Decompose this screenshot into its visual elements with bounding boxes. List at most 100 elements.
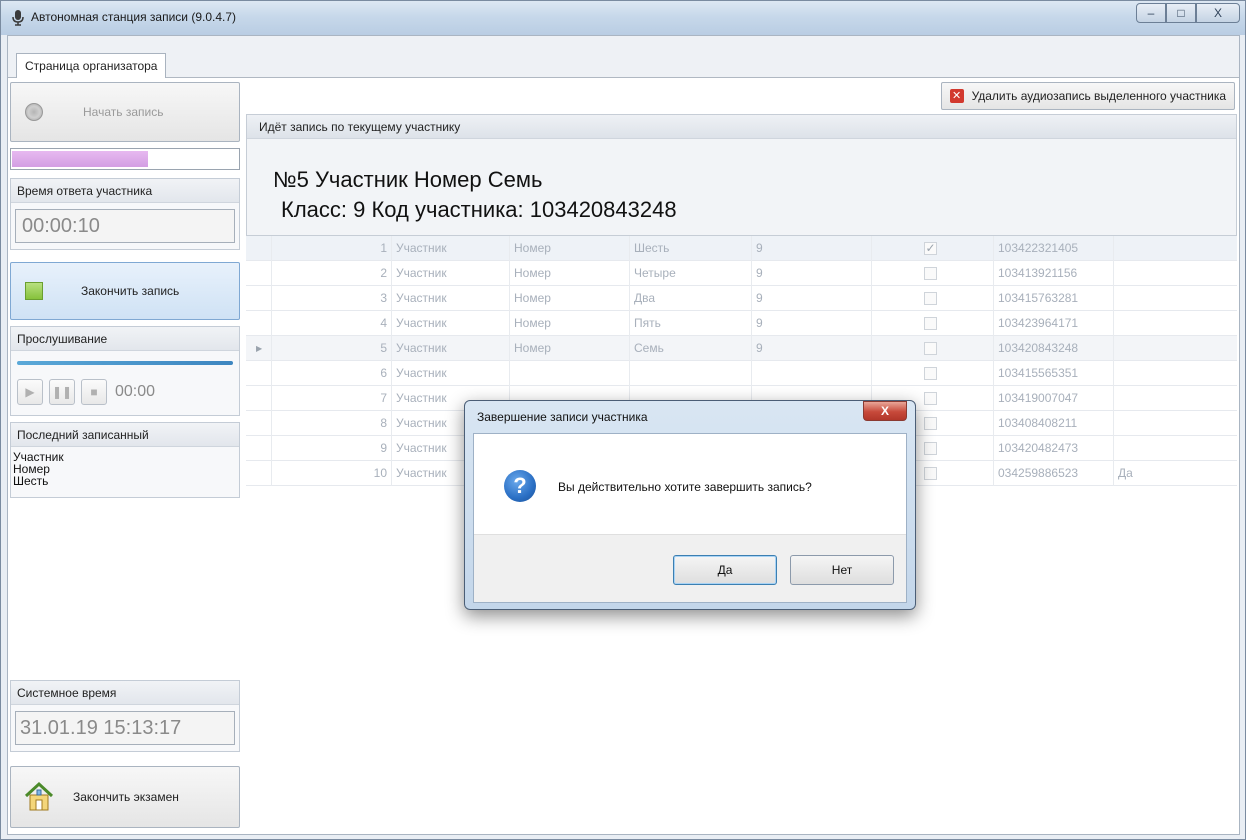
table-cell: 103413921156	[994, 261, 1114, 286]
table-cell	[1114, 386, 1237, 411]
play-icon: ▶	[25, 385, 35, 399]
pause-icon: ❚❚	[51, 385, 73, 399]
row-checkbox[interactable]	[924, 317, 937, 330]
row-header	[246, 386, 272, 411]
record-disc-icon	[25, 103, 43, 121]
row-checkbox[interactable]	[924, 442, 937, 455]
house-icon	[24, 781, 54, 811]
table-cell: 103422321405	[994, 236, 1114, 261]
row-checkbox[interactable]	[924, 367, 937, 380]
minimize-button[interactable]: –	[1136, 3, 1166, 23]
system-time-value: 31.01.19 15:13:17	[15, 711, 235, 745]
delete-x-icon: ✕	[949, 89, 964, 103]
listen-position-slider[interactable]	[17, 361, 233, 365]
app-window: Автономная станция записи (9.0.4.7) – □ …	[0, 0, 1246, 840]
system-time-group: Системное время 31.01.19 15:13:17	[10, 680, 240, 752]
table-cell: 10	[272, 461, 392, 486]
current-participant-header: Идёт запись по текущему участнику	[247, 115, 1236, 139]
play-button[interactable]: ▶	[17, 379, 43, 405]
pause-button[interactable]: ❚❚	[49, 379, 75, 405]
row-checkbox[interactable]	[924, 292, 937, 305]
table-cell	[630, 361, 752, 386]
record-progress-fill	[12, 151, 148, 167]
table-cell	[1114, 436, 1237, 461]
table-cell: Участник	[392, 261, 510, 286]
row-checkbox[interactable]	[924, 417, 937, 430]
table-cell-checkbox: ✓	[872, 236, 994, 261]
maximize-button[interactable]: □	[1166, 3, 1196, 23]
row-checkbox[interactable]: ✓	[924, 242, 937, 255]
table-cell: Номер	[510, 286, 630, 311]
stop-square-icon	[25, 282, 43, 300]
table-cell: 9	[752, 261, 872, 286]
stop-record-button[interactable]: Закончить запись	[10, 262, 240, 320]
table-cell: 4	[272, 311, 392, 336]
question-icon: ?	[504, 470, 536, 502]
tab-organizer-page[interactable]: Страница организатора	[16, 53, 167, 78]
table-cell	[1114, 411, 1237, 436]
table-cell: Участник	[392, 361, 510, 386]
tab-strip: Страница организатора	[8, 36, 1239, 78]
current-participant-panel: Идёт запись по текущему участнику №5 Уча…	[246, 114, 1237, 236]
client-area: Страница организатора Начать запись Врем…	[7, 35, 1240, 835]
table-cell: 2	[272, 261, 392, 286]
table-cell: 9	[752, 286, 872, 311]
end-exam-button[interactable]: Закончить экзамен	[10, 766, 240, 828]
table-cell: Участник	[392, 336, 510, 361]
table-cell: 103420843248	[994, 336, 1114, 361]
table-cell	[752, 361, 872, 386]
table-row[interactable]: 2 Участник Номер Четыре 9 103413921156	[246, 261, 1237, 286]
listen-label: Прослушивание	[11, 327, 239, 351]
table-cell-checkbox	[872, 261, 994, 286]
delete-recording-button[interactable]: ✕ Удалить аудиозапись выделенного участн…	[940, 82, 1235, 110]
table-cell: 9	[272, 436, 392, 461]
table-cell: 1	[272, 236, 392, 261]
system-time-label: Системное время	[11, 681, 239, 705]
table-cell	[1114, 236, 1237, 261]
table-cell: 034259886523	[994, 461, 1114, 486]
row-header	[246, 436, 272, 461]
table-cell: 9	[752, 336, 872, 361]
row-checkbox[interactable]	[924, 467, 937, 480]
table-cell: Да	[1118, 466, 1133, 480]
no-button[interactable]: Нет	[790, 555, 894, 585]
row-header	[246, 236, 272, 261]
dialog-message: Вы действительно хотите завершить запись…	[558, 480, 812, 494]
stop-icon: ■	[90, 385, 98, 399]
dialog-close-button[interactable]: X	[863, 401, 907, 421]
row-checkbox[interactable]	[924, 392, 937, 405]
table-row[interactable]: ▶ 5 Участник Номер Семь 9 103420843248	[246, 336, 1237, 361]
record-progress-bar	[10, 148, 240, 170]
dialog-title: Завершение записи участника	[477, 410, 648, 424]
table-cell: 103415763281	[994, 286, 1114, 311]
microphone-icon	[12, 10, 24, 26]
table-cell: Участник	[392, 311, 510, 336]
table-cell: 103408408211	[994, 411, 1114, 436]
table-row[interactable]: 3 Участник Номер Два 9 103415763281	[246, 286, 1237, 311]
table-cell: 8	[272, 411, 392, 436]
table-cell: 3	[272, 286, 392, 311]
table-cell: Номер	[510, 311, 630, 336]
stop-playback-button[interactable]: ■	[81, 379, 107, 405]
row-header	[246, 311, 272, 336]
table-row[interactable]: 6 Участник 103415565351	[246, 361, 1237, 386]
yes-button[interactable]: Да	[673, 555, 777, 585]
answer-time-group: Время ответа участника 00:00:10	[10, 178, 240, 250]
window-title: Автономная станция записи (9.0.4.7)	[31, 10, 237, 24]
row-checkbox[interactable]	[924, 267, 937, 280]
current-participant-class: Класс: 9 Код участника: 103420843248	[281, 197, 677, 222]
row-checkbox[interactable]	[924, 342, 937, 355]
end-exam-label: Закончить экзамен	[73, 790, 179, 804]
row-header: ▶	[246, 336, 272, 361]
table-cell	[1114, 261, 1237, 286]
table-cell: Участник	[392, 286, 510, 311]
left-panel: Начать запись Время ответа участника 00:…	[10, 82, 240, 832]
table-row[interactable]: 4 Участник Номер Пять 9 103423964171	[246, 311, 1237, 336]
close-button[interactable]: X	[1196, 3, 1240, 23]
table-cell-checkbox	[872, 311, 994, 336]
start-record-label: Начать запись	[83, 105, 164, 119]
start-record-button[interactable]: Начать запись	[10, 82, 240, 142]
current-participant-name: №5 Участник Номер Семь	[273, 167, 543, 192]
answer-time-label: Время ответа участника	[11, 179, 239, 203]
table-row[interactable]: 1 Участник Номер Шесть 9 ✓ 103422321405	[246, 236, 1237, 261]
